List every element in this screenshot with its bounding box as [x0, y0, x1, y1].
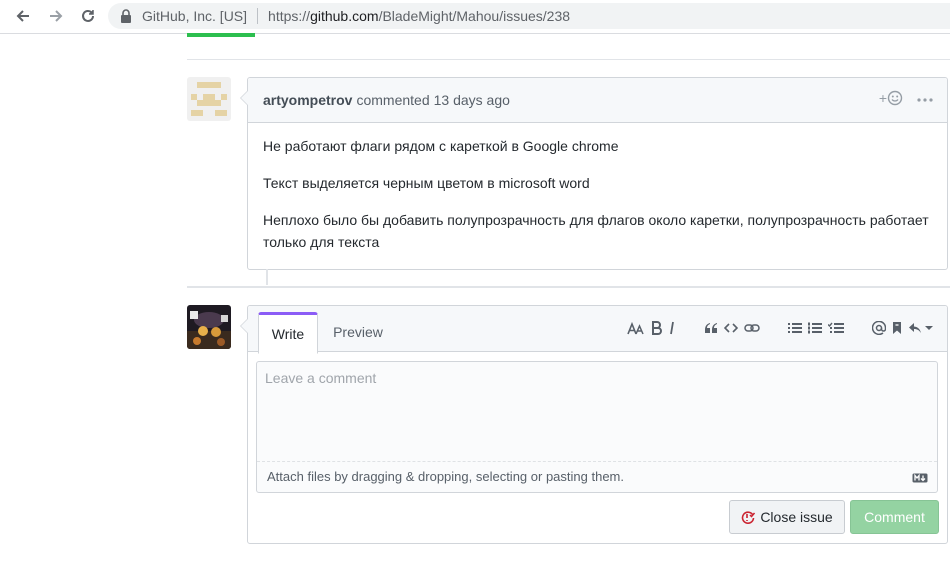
comment-button[interactable]: Comment: [850, 500, 939, 534]
ordered-list-button[interactable]: [808, 318, 822, 338]
reload-icon: [82, 9, 94, 22]
italic-button[interactable]: [668, 318, 676, 338]
comment-paragraph: Неплохо было бы добавить полупрозрачност…: [263, 212, 929, 250]
active-tab-indicator: [187, 33, 255, 37]
comment-author[interactable]: artyompetrov: [263, 92, 352, 108]
italic-icon: [670, 321, 674, 335]
identicon-icon: [187, 77, 231, 121]
bold-button[interactable]: [651, 318, 662, 338]
kebab-horizontal-icon: [917, 98, 933, 102]
tab-preview[interactable]: Preview: [324, 313, 392, 351]
heading-button[interactable]: [627, 318, 645, 338]
comment-action: commented: [356, 92, 430, 108]
code-button[interactable]: [724, 318, 738, 338]
bookmark-icon: [893, 322, 901, 334]
back-button[interactable]: [11, 5, 35, 27]
site-identity: GitHub, Inc. [US]: [142, 8, 248, 24]
reload-button[interactable]: [76, 5, 100, 27]
task-list-button[interactable]: [828, 318, 844, 338]
link-button[interactable]: [744, 318, 760, 338]
current-user-avatar[interactable]: [187, 305, 231, 349]
url-text: https://github.com/BladeMight/Mahou/issu…: [268, 8, 571, 24]
mention-button[interactable]: [872, 318, 886, 338]
code-icon: [724, 323, 738, 333]
divider: [187, 286, 950, 288]
bold-icon: [652, 321, 662, 335]
comment-paragraph: Текст выделяется черным цветом в microso…: [263, 175, 590, 191]
tasklist-icon: [828, 322, 844, 333]
close-issue-label: Close issue: [760, 509, 833, 525]
forward-button[interactable]: [44, 5, 68, 27]
comment-textarea-wrapper: Attach files by dragging & dropping, sel…: [256, 361, 938, 493]
comment-timestamp[interactable]: 13 days ago: [434, 92, 510, 108]
tab-write[interactable]: Write: [258, 312, 318, 354]
new-comment-form: Write Preview Leave a comment Attach fil…: [240, 305, 948, 544]
link-icon: [744, 324, 760, 332]
reply-dropdown-button[interactable]: [908, 318, 933, 338]
caret-down-icon: [925, 326, 933, 330]
comment-header: artyompetrov commented 13 days ago +: [248, 78, 947, 123]
editor-header: Write Preview: [248, 306, 947, 354]
unordered-list-button[interactable]: [788, 318, 802, 338]
address-bar[interactable]: GitHub, Inc. [US] https://github.com/Bla…: [108, 3, 950, 29]
list-unordered-icon: [788, 323, 802, 333]
arrow-left-icon: [16, 10, 29, 22]
avatar-image-icon: [187, 305, 231, 349]
issue-comment: artyompetrov commented 13 days ago + Не …: [240, 77, 948, 270]
list-ordered-icon: [808, 322, 822, 334]
quote-button[interactable]: [704, 318, 718, 338]
avatar[interactable]: [187, 77, 231, 121]
smiley-icon: [887, 90, 903, 106]
lock-icon: [120, 9, 134, 23]
comment-paragraph: Не работают флаги рядом с кареткой в Goo…: [263, 138, 619, 154]
add-reaction-button[interactable]: +: [879, 90, 903, 106]
quote-icon: [705, 323, 717, 333]
markdown-toolbar: [621, 318, 933, 338]
address-separator: [257, 8, 259, 24]
comment-textarea[interactable]: [257, 362, 937, 460]
comment-body: Не работают флаги рядом с кареткой в Goo…: [248, 123, 947, 253]
comment-actions: +: [879, 90, 933, 106]
text-size-icon: [627, 321, 644, 335]
attach-hint: Attach files by dragging & dropping, sel…: [267, 469, 624, 484]
close-issue-button[interactable]: Close issue: [729, 500, 845, 534]
arrow-right-icon: [50, 10, 63, 22]
timeline-line: [266, 269, 268, 285]
markdown-icon[interactable]: [912, 471, 928, 486]
saved-replies-button[interactable]: [892, 318, 902, 338]
divider: [187, 59, 950, 60]
browser-toolbar: GitHub, Inc. [US] https://github.com/Bla…: [0, 0, 950, 34]
file-attach-bar[interactable]: Attach files by dragging & dropping, sel…: [257, 461, 937, 491]
mention-icon: [872, 321, 886, 335]
issue-closed-icon: [741, 510, 756, 524]
kebab-menu-button[interactable]: [917, 90, 933, 106]
reply-icon: [909, 323, 921, 333]
